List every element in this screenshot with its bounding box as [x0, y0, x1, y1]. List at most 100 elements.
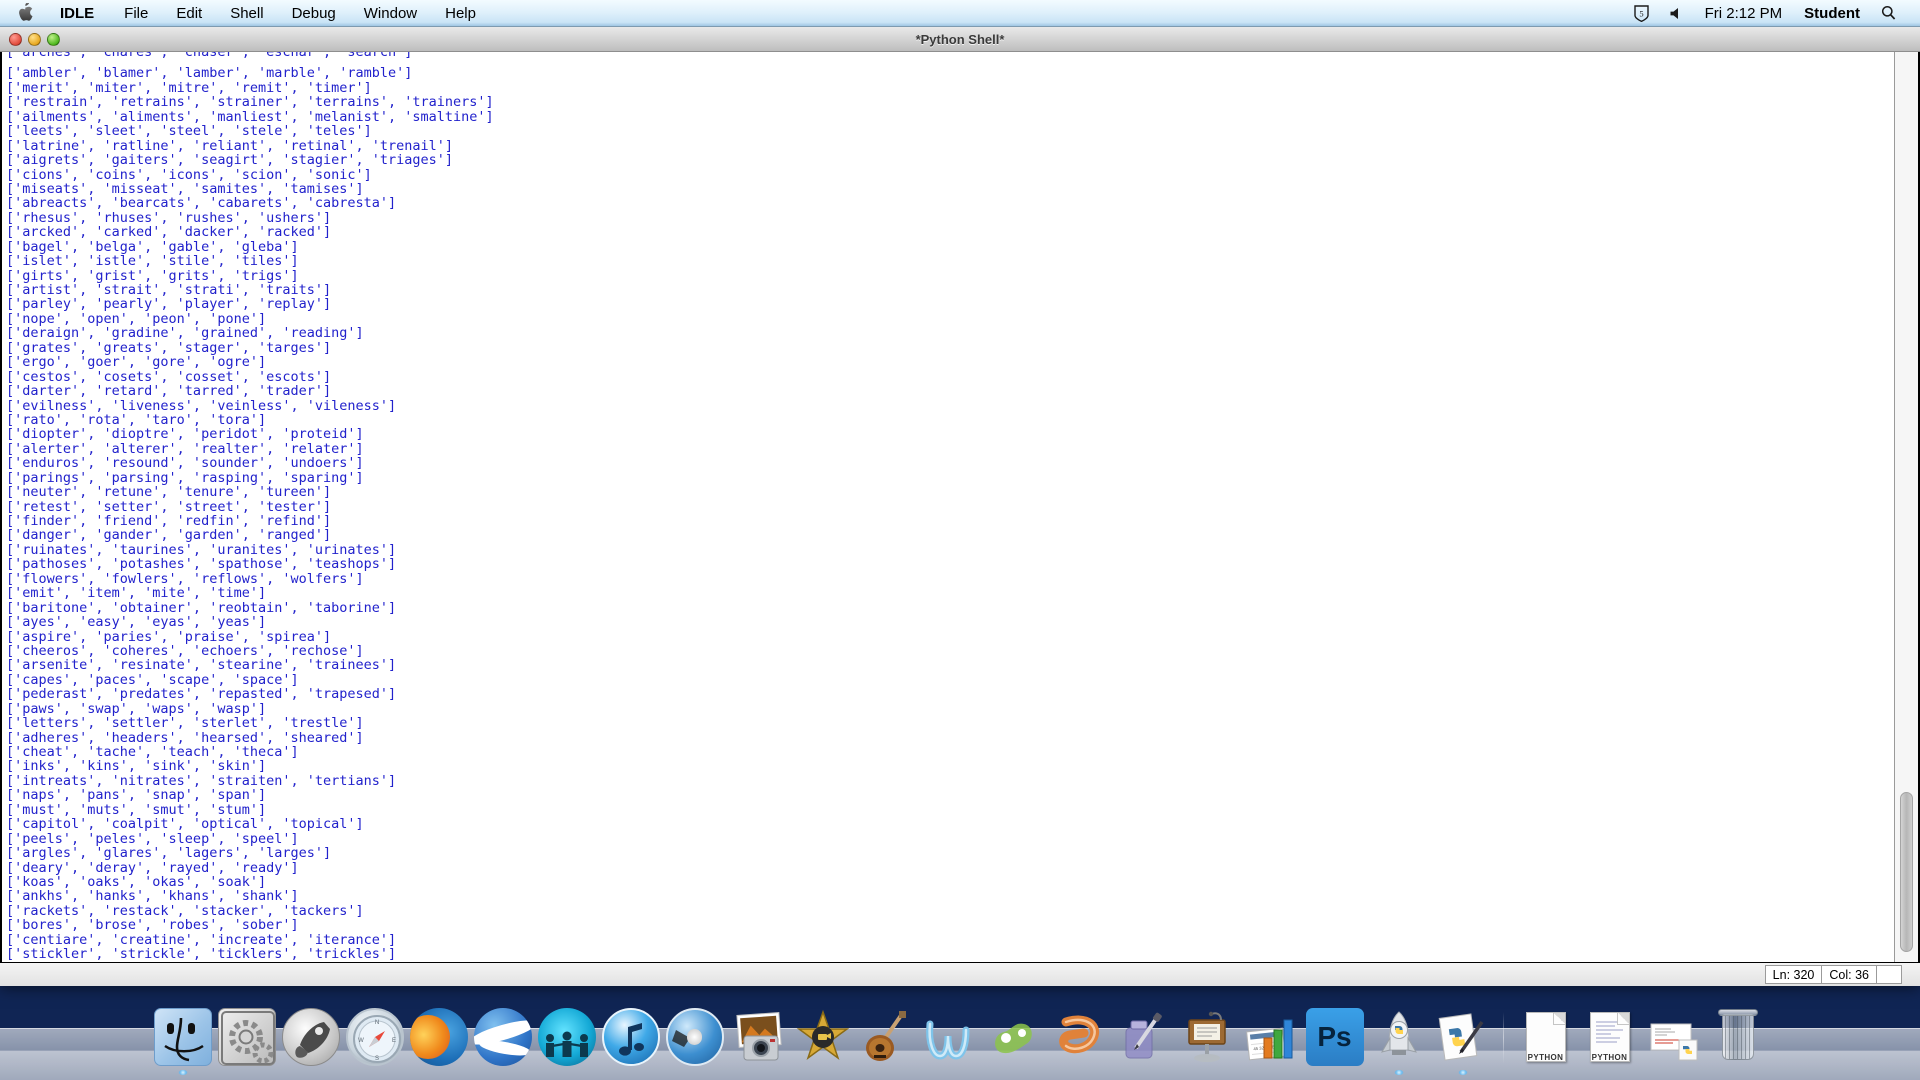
shield-menu-icon[interactable]: 5 — [1624, 0, 1659, 27]
shell-line: ['deraign', 'gradine', 'grained', 'readi… — [6, 325, 364, 342]
shell-line: ['ruinates', 'taurines', 'uranites', 'ur… — [6, 541, 397, 558]
dock-item-numbers[interactable]: 45 327 558 — [1240, 1005, 1301, 1066]
menu-debug[interactable]: Debug — [278, 0, 350, 27]
shell-line: ['letters', 'settler', 'sterlet', 'trest… — [6, 715, 364, 732]
guitar-icon — [858, 1008, 916, 1066]
shell-line: ['emit', 'item', 'mite', 'time'] — [6, 585, 267, 602]
vertical-scrollbar[interactable] — [1894, 52, 1918, 962]
shell-line: ['rhesus', 'rhuses', 'rushes', 'ushers'] — [6, 209, 332, 226]
dock-item-system-preferences[interactable] — [216, 1005, 277, 1066]
dock-item-garageband[interactable] — [856, 1005, 917, 1066]
shell-line: ['flowers', 'fowlers', 'reflows', 'wolfe… — [6, 570, 364, 587]
python-document-pen-icon — [1434, 1008, 1492, 1066]
shell-line: ['peels', 'peles', 'sleep', 'speel'] — [6, 830, 299, 847]
shell-line: ['grates', 'greats', 'stager', 'targes'] — [6, 339, 332, 356]
dock-item-dvd-player[interactable] — [664, 1005, 725, 1066]
shell-line: ['ankhs', 'hanks', 'khans', 'shank'] — [6, 888, 299, 905]
shell-line: ['abreacts', 'bearcats', 'cabarets', 'ca… — [6, 195, 397, 212]
dock-item-keynote-presenter[interactable] — [1048, 1005, 1109, 1066]
shell-line-clipped: ['arches', 'chares', 'chaser', 'eschar',… — [6, 52, 413, 60]
menu-edit[interactable]: Edit — [162, 0, 216, 27]
shell-line: ['arcked', 'carked', 'dacker', 'racked'] — [6, 224, 332, 241]
svg-text:N: N — [374, 1020, 378, 1026]
finder-icon — [153, 1008, 212, 1066]
dock-item-trash[interactable] — [1707, 1005, 1768, 1066]
shell-line: ['baritone', 'obtainer', 'reobtain', 'ta… — [6, 599, 397, 616]
idvd-icon — [986, 1008, 1044, 1066]
shell-line: ['deary', 'deray', 'rayed', 'ready'] — [6, 859, 299, 876]
dock-item-iweb[interactable] — [920, 1005, 981, 1066]
globe-icon — [473, 1008, 532, 1066]
star-video-icon — [794, 1008, 852, 1066]
dvd-disc-icon — [665, 1008, 724, 1066]
shell-text-area[interactable]: ['arches', 'chares', 'chaser', 'eschar',… — [0, 52, 1920, 962]
shell-line: ['inks', 'kins', 'sink', 'skin'] — [6, 758, 267, 775]
dock-item-safari[interactable]: N S E W — [344, 1005, 405, 1066]
dock-item-photoshop[interactable]: Ps — [1304, 1005, 1365, 1066]
shell-line: ['latrine', 'ratline', 'reliant', 'retin… — [6, 137, 454, 154]
document-stack-icon — [1645, 1008, 1703, 1066]
dock-items: N S E W 45 327 Ps PYTHON PYTHON — [152, 986, 1768, 1080]
shell-line: ['must', 'muts', 'smut', 'stum'] — [6, 801, 267, 818]
menu-shell[interactable]: Shell — [216, 0, 277, 27]
status-bar: Ln: 320 Col: 36 — [0, 962, 1920, 986]
dock-item-finder[interactable] — [152, 1005, 213, 1075]
menu-clock[interactable]: Fri 2:12 PM — [1694, 0, 1794, 27]
dock-item-keynote[interactable] — [1176, 1005, 1237, 1066]
dock-item-python-document-1[interactable]: PYTHON — [1515, 1005, 1576, 1066]
svg-text:W: W — [358, 1038, 364, 1044]
dock-item-idvd[interactable] — [984, 1005, 1045, 1066]
shell-line: ['koas', 'oaks', 'okas', 'soak'] — [6, 873, 267, 890]
spotlight-search-icon[interactable] — [1871, 0, 1906, 27]
shell-line: ['ayes', 'easy', 'eyas', 'yeas'] — [6, 614, 267, 631]
shell-line: ['centiare', 'creatine', 'increate', 'it… — [6, 931, 397, 948]
shell-line: ['cheeros', 'coheres', 'echoers', 'recho… — [6, 642, 364, 659]
shell-line: ['girts', 'grist', 'grits', 'trigs'] — [6, 267, 299, 284]
shell-line: ['intreats', 'nitrates', 'straiten', 'te… — [6, 772, 397, 789]
dock-item-network-people[interactable] — [536, 1005, 597, 1066]
window-titlebar[interactable]: *Python Shell* — [0, 27, 1920, 52]
python-file-label: PYTHON — [1591, 1053, 1628, 1062]
shell-line: ['alerter', 'alterer', 'realter', 'relat… — [6, 440, 364, 457]
dock-item-itunes[interactable] — [600, 1005, 661, 1066]
inkwell-pen-icon — [1114, 1008, 1172, 1066]
dock-item-python-stack[interactable] — [1643, 1005, 1704, 1066]
bar-chart-icon: 45 327 558 — [1242, 1008, 1300, 1066]
shell-output[interactable]: ['arches', 'chares', 'chaser', 'eschar',… — [2, 52, 1894, 962]
gear-icon — [217, 1008, 276, 1066]
shell-line: ['argles', 'glares', 'lagers', 'larges'] — [6, 845, 332, 862]
dock: N S E W 45 327 Ps PYTHON PYTHON — [0, 986, 1920, 1080]
shell-line: ['aigrets', 'gaiters', 'seagirt', 'stagi… — [6, 152, 454, 169]
running-indicator — [178, 1070, 187, 1075]
menu-user-name[interactable]: Student — [1793, 0, 1871, 27]
firefox-icon — [409, 1008, 468, 1066]
shell-line: ['parings', 'parsing', 'rasping', 'spari… — [6, 469, 364, 486]
dock-item-idle-rocket[interactable] — [1368, 1005, 1429, 1075]
menu-window[interactable]: Window — [350, 0, 431, 27]
svg-text:S: S — [374, 1056, 378, 1062]
menu-app-name[interactable]: IDLE — [44, 0, 110, 27]
status-spacer — [1876, 965, 1902, 984]
dock-item-imovie[interactable] — [792, 1005, 853, 1066]
people-network-icon — [537, 1008, 596, 1066]
shell-line: ['artist', 'strait', 'strati', 'traits'] — [6, 282, 332, 298]
line-indicator: Ln: 320 — [1764, 965, 1823, 984]
scrollbar-thumb[interactable] — [1900, 792, 1913, 952]
dock-item-launchpad[interactable] — [280, 1005, 341, 1066]
dock-item-google-earth[interactable] — [472, 1005, 533, 1066]
dock-item-python-document-2[interactable]: PYTHON — [1579, 1005, 1640, 1066]
apple-logo-icon[interactable] — [16, 3, 34, 23]
shell-line: ['paws', 'swap', 'waps', 'wasp'] — [6, 700, 267, 717]
volume-menu-icon[interactable] — [1659, 0, 1694, 27]
dock-item-firefox[interactable] — [408, 1005, 469, 1066]
shell-line: ['pathoses', 'potashes', 'spathose', 'te… — [6, 556, 397, 573]
dock-item-iphoto[interactable] — [728, 1005, 789, 1066]
shell-line: ['capes', 'paces', 'scape', 'space'] — [6, 671, 299, 688]
shell-line: ['danger', 'gander', 'garden', 'ranged'] — [6, 527, 332, 544]
dock-item-pages[interactable] — [1112, 1005, 1173, 1066]
svg-text:E: E — [391, 1038, 395, 1044]
dock-item-python-editor-doc[interactable] — [1432, 1005, 1493, 1075]
menu-file[interactable]: File — [110, 0, 162, 27]
menu-help[interactable]: Help — [431, 0, 490, 27]
running-indicator — [1458, 1070, 1467, 1075]
